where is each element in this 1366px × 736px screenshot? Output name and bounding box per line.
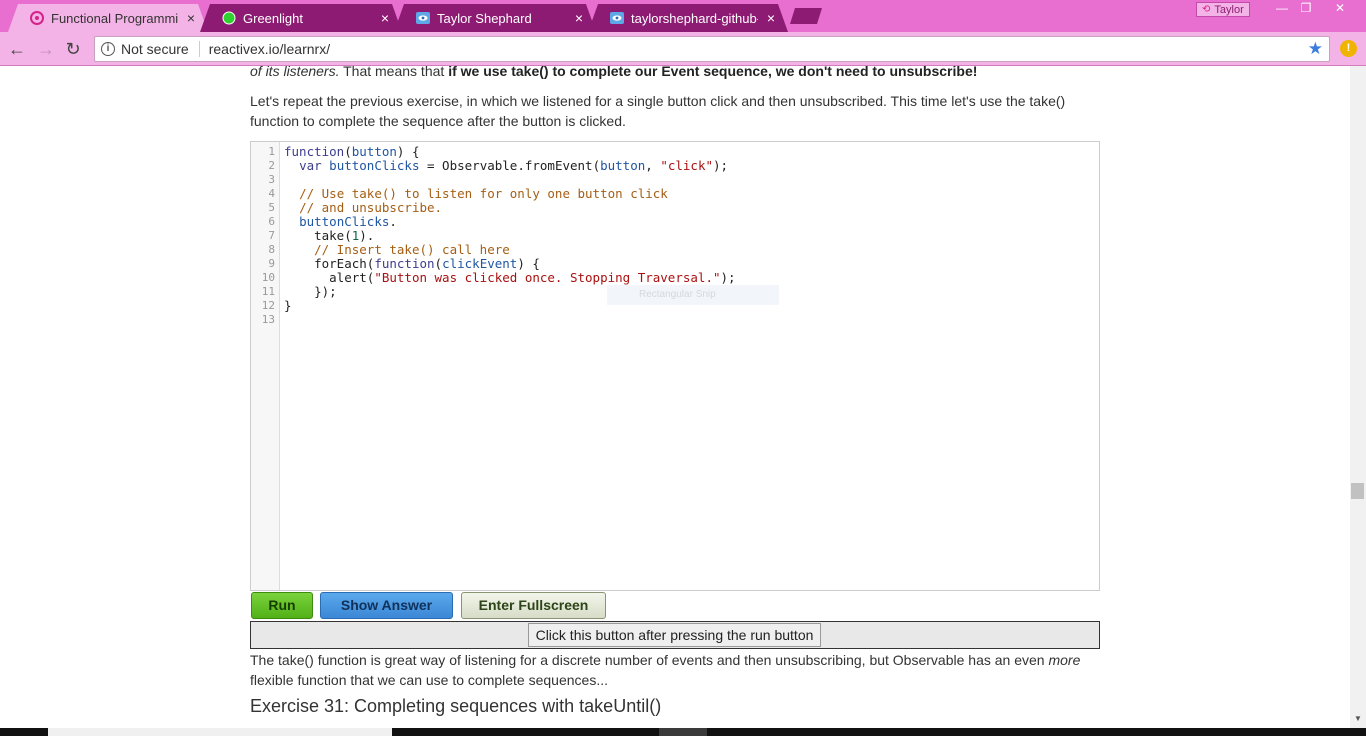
paragraph-intro: Let's repeat the previous exercise, in w… xyxy=(250,93,1066,129)
code-line[interactable]: buttonClicks. xyxy=(284,215,397,229)
tab-functional-programming[interactable]: Functional Programming × xyxy=(8,4,208,32)
profile-sync-icon: ⟲ xyxy=(1202,4,1211,15)
code-line[interactable]: } xyxy=(284,299,292,313)
text-bold: if we use take() to complete our Event s… xyxy=(448,66,978,79)
info-icon[interactable]: i xyxy=(101,42,115,56)
taskbar-active-app[interactable] xyxy=(659,728,707,736)
restore-button[interactable]: ❐ xyxy=(1296,1,1316,16)
line-number: 12 xyxy=(261,299,275,312)
green-circle-icon xyxy=(222,11,236,25)
forward-arrow-icon[interactable]: → xyxy=(35,38,57,60)
cloud-eye-icon xyxy=(416,11,430,25)
tab-strip: Functional Programming × Greenlight × Ta… xyxy=(0,0,1366,32)
code-line[interactable] xyxy=(284,173,292,187)
close-window-button[interactable]: ✕ xyxy=(1330,1,1350,16)
profile-button[interactable]: ⟲ Taylor xyxy=(1196,2,1250,17)
tab-close-icon[interactable]: × xyxy=(764,10,778,26)
line-number-gutter: 1 2 3 4 5 6 7 8 9 10 11 12 13 xyxy=(251,142,280,590)
text-italic: of its listeners. xyxy=(250,66,340,79)
run-button[interactable]: Run xyxy=(251,592,313,619)
url-text[interactable]: reactivex.io/learnrx/ xyxy=(209,41,1308,57)
taskbar-search-box[interactable] xyxy=(48,728,392,736)
reactivex-icon xyxy=(30,11,44,25)
scrollbar-thumb[interactable] xyxy=(1351,483,1364,499)
line-number: 9 xyxy=(268,257,275,270)
tab-taylor-shephard[interactable]: Taylor Shephard × xyxy=(394,4,596,32)
tab-title: taylorshephard-github-io xyxy=(631,10,758,26)
line-number: 13 xyxy=(261,313,275,326)
cloud-eye-icon xyxy=(610,11,624,25)
security-label[interactable]: Not secure xyxy=(121,41,200,57)
text-italic: more xyxy=(1048,652,1081,668)
text-normal: The take() function is great way of list… xyxy=(250,652,1049,668)
tab-taylorshephard-github[interactable]: taylorshephard-github-io × xyxy=(588,4,788,32)
line-number: 1 xyxy=(268,145,275,158)
reload-icon[interactable]: ↻ xyxy=(62,38,84,60)
tab-close-icon[interactable]: × xyxy=(572,10,586,26)
show-answer-button[interactable]: Show Answer xyxy=(320,592,453,619)
text-normal: That means that xyxy=(339,66,449,79)
line-number: 11 xyxy=(261,285,275,298)
code-line[interactable]: }); xyxy=(284,285,337,299)
code-line[interactable] xyxy=(284,313,292,327)
address-bar[interactable]: i Not secure reactivex.io/learnrx/ ★ xyxy=(94,36,1330,62)
enter-fullscreen-button[interactable]: Enter Fullscreen xyxy=(461,592,606,619)
code-editor[interactable]: 1 2 3 4 5 6 7 8 9 10 11 12 13 function(b… xyxy=(250,141,1100,591)
bookmark-star-icon[interactable]: ★ xyxy=(1308,39,1323,59)
profile-name: Taylor xyxy=(1214,3,1244,16)
tab-title: Greenlight xyxy=(243,10,303,26)
code-line[interactable]: // Insert take() call here xyxy=(284,243,510,257)
tab-title: Taylor Shephard xyxy=(437,10,532,26)
tab-close-icon[interactable]: × xyxy=(184,10,198,26)
code-line[interactable]: var buttonClicks = Observable.fromEvent(… xyxy=(284,159,728,173)
code-line[interactable]: // and unsubscribe. xyxy=(284,201,442,215)
page-scrollbar[interactable] xyxy=(1350,66,1366,728)
scroll-down-arrow-icon[interactable]: ▼ xyxy=(1350,714,1366,726)
line-number: 3 xyxy=(268,173,275,186)
line-number: 6 xyxy=(268,215,275,228)
new-tab-button[interactable] xyxy=(790,8,822,24)
page-content: of its listeners. That means that if we … xyxy=(0,66,1350,728)
line-number: 8 xyxy=(268,243,275,256)
tab-close-icon[interactable]: × xyxy=(378,10,392,26)
code-line[interactable]: take(1). xyxy=(284,229,374,243)
tab-greenlight[interactable]: Greenlight × xyxy=(200,4,402,32)
code-line[interactable]: function(button) { xyxy=(284,145,419,159)
browser-toolbar: ← → ↻ i Not secure reactivex.io/learnrx/… xyxy=(0,32,1366,66)
rectangular-snip-overlay: Rectangular Snip xyxy=(607,285,779,305)
text-normal: flexible function that we can use to com… xyxy=(250,672,608,688)
line-number: 5 xyxy=(268,201,275,214)
exercise-heading: Exercise 31: Completing sequences with t… xyxy=(250,696,662,716)
click-test-button[interactable]: Click this button after pressing the run… xyxy=(528,623,821,647)
line-number: 4 xyxy=(268,187,275,200)
line-number: 7 xyxy=(268,229,275,242)
line-number: 2 xyxy=(268,159,275,172)
line-number: 10 xyxy=(261,271,275,284)
code-line[interactable]: // Use take() to listen for only one but… xyxy=(284,187,668,201)
tab-title: Functional Programming xyxy=(51,10,178,26)
code-line[interactable]: forEach(function(clickEvent) { xyxy=(284,257,540,271)
extension-alert-icon[interactable]: ! xyxy=(1340,40,1357,57)
code-line[interactable]: alert("Button was clicked once. Stopping… xyxy=(284,271,735,285)
minimize-button[interactable]: — xyxy=(1272,1,1292,16)
back-arrow-icon[interactable]: ← xyxy=(6,38,28,60)
paragraph-take-complete: of its listeners. That means that if we … xyxy=(250,66,1100,81)
paragraph-take-summary: The take() function is great way of list… xyxy=(250,650,1100,690)
